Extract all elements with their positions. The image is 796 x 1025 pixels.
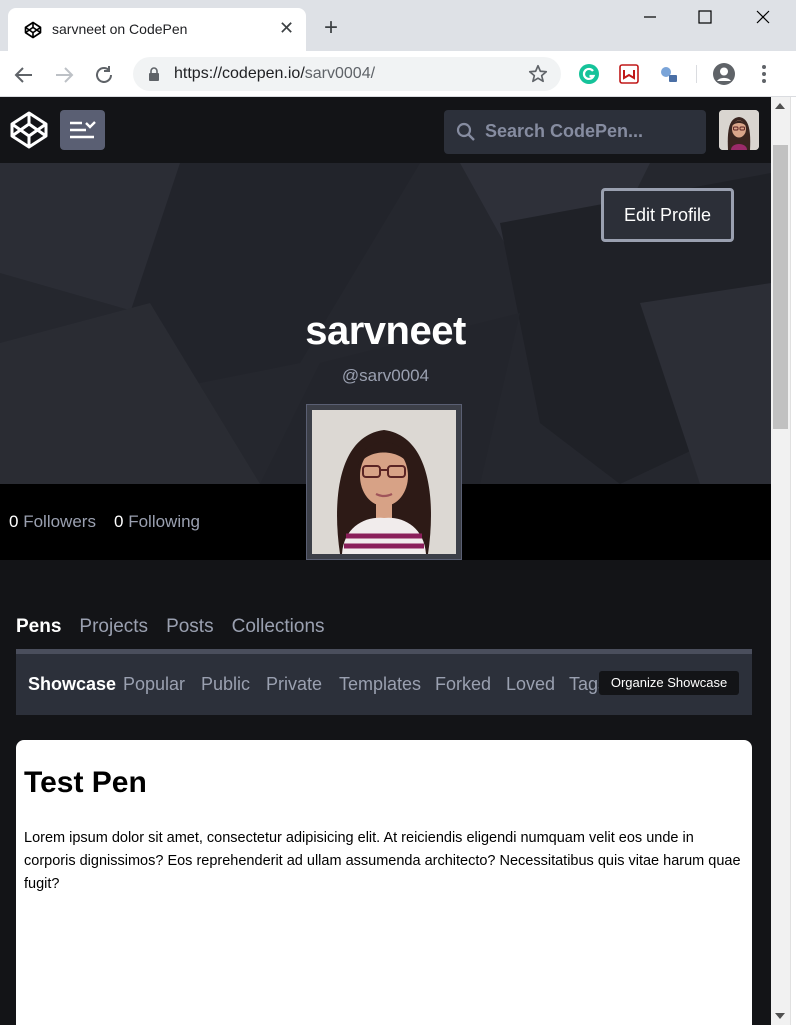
- new-tab-icon[interactable]: +: [324, 16, 338, 40]
- url-host: https://codepen.io/: [174, 65, 305, 82]
- pen-title: Test Pen: [24, 766, 147, 799]
- edit-profile-button[interactable]: Edit Profile: [601, 188, 734, 242]
- maximize-icon[interactable]: [693, 8, 717, 28]
- subtab-public[interactable]: Public: [201, 674, 250, 695]
- tab-posts[interactable]: Posts: [166, 616, 214, 638]
- tab-title: sarvneet on CodePen: [52, 21, 188, 37]
- subtab-templates[interactable]: Templates: [339, 674, 421, 695]
- tab-pens[interactable]: Pens: [16, 616, 61, 638]
- following-count: 0: [114, 512, 124, 531]
- close-window-icon[interactable]: [751, 8, 775, 28]
- profile-handle: @sarv0004: [341, 366, 430, 385]
- url-path: sarv0004/: [304, 65, 376, 82]
- page-viewport: Search CodePen... Edit Profile sarvneet …: [0, 97, 771, 1025]
- url-text: https://codepen.io/sarv0004/: [174, 65, 375, 83]
- subtab-forked[interactable]: Forked: [435, 674, 491, 695]
- subtab-showcase[interactable]: Showcase: [28, 674, 116, 695]
- subtab-private[interactable]: Private: [266, 674, 322, 695]
- codepen-logo-icon[interactable]: [10, 111, 48, 149]
- grammarly-icon[interactable]: [577, 62, 601, 86]
- profile-photo: [306, 404, 462, 560]
- reload-icon[interactable]: [92, 63, 116, 87]
- mcafee-icon[interactable]: [617, 62, 641, 86]
- bookmark-star-icon[interactable]: [527, 63, 549, 85]
- extension-puzzle-icon[interactable]: [657, 62, 681, 86]
- back-arrow-icon[interactable]: [12, 63, 36, 87]
- scrollbar-thumb[interactable]: [773, 145, 788, 429]
- scroll-down-arrow-icon[interactable]: [775, 1013, 785, 1019]
- profile-main-tabs: Pens Projects Posts Collections: [16, 616, 343, 646]
- codepen-favicon-icon: [24, 21, 42, 39]
- browser-tab-strip: sarvneet on CodePen ✕ +: [0, 0, 796, 51]
- user-avatar[interactable]: [719, 110, 759, 150]
- search-placeholder: Search CodePen...: [485, 121, 644, 141]
- avatar-image: [719, 110, 759, 150]
- address-bar[interactable]: https://codepen.io/sarv0004/: [133, 57, 561, 91]
- page-scrollbar[interactable]: [771, 97, 790, 1025]
- adjacent-window-edge: [790, 97, 796, 1025]
- followers-link[interactable]: 0 Followers: [9, 512, 96, 532]
- more-menu-icon[interactable]: [752, 62, 776, 86]
- following-label: Following: [128, 512, 201, 531]
- scroll-up-arrow-icon[interactable]: [775, 103, 785, 109]
- profile-photo-image: [312, 410, 456, 554]
- pen-preview-card[interactable]: Test Pen Lorem ipsum dolor sit amet, con…: [16, 740, 752, 1025]
- tab-close-icon[interactable]: ✕: [279, 18, 294, 38]
- browser-tab[interactable]: sarvneet on CodePen ✕: [8, 8, 306, 51]
- search-icon: [456, 122, 475, 141]
- pen-body-text: Lorem ipsum dolor sit amet, consectetur …: [24, 830, 741, 892]
- tab-collections[interactable]: Collections: [232, 616, 325, 638]
- following-link[interactable]: 0 Following: [114, 512, 200, 532]
- account-icon[interactable]: [712, 62, 736, 86]
- followers-label: Followers: [23, 512, 96, 531]
- portrait-image: [312, 410, 456, 554]
- pens-subnav: Showcase Popular Public Private Template…: [16, 649, 752, 715]
- sidebar-toggle-button[interactable]: [60, 110, 105, 150]
- subtab-popular[interactable]: Popular: [123, 674, 185, 695]
- search-input[interactable]: Search CodePen...: [444, 110, 706, 154]
- followers-count: 0: [9, 512, 19, 531]
- tab-projects[interactable]: Projects: [79, 616, 148, 638]
- lock-icon: [149, 67, 159, 81]
- browser-toolbar: https://codepen.io/sarv0004/: [0, 51, 796, 97]
- profile-name: sarvneet: [305, 309, 466, 353]
- forward-arrow-icon[interactable]: [52, 63, 76, 87]
- subtab-loved[interactable]: Loved: [506, 674, 555, 695]
- toolbar-separator: [696, 65, 697, 83]
- menu-toggle-icon: [70, 121, 96, 139]
- codepen-header: Search CodePen...: [0, 97, 771, 163]
- minimize-icon[interactable]: [638, 8, 662, 28]
- organize-showcase-button[interactable]: Organize Showcase: [599, 671, 739, 695]
